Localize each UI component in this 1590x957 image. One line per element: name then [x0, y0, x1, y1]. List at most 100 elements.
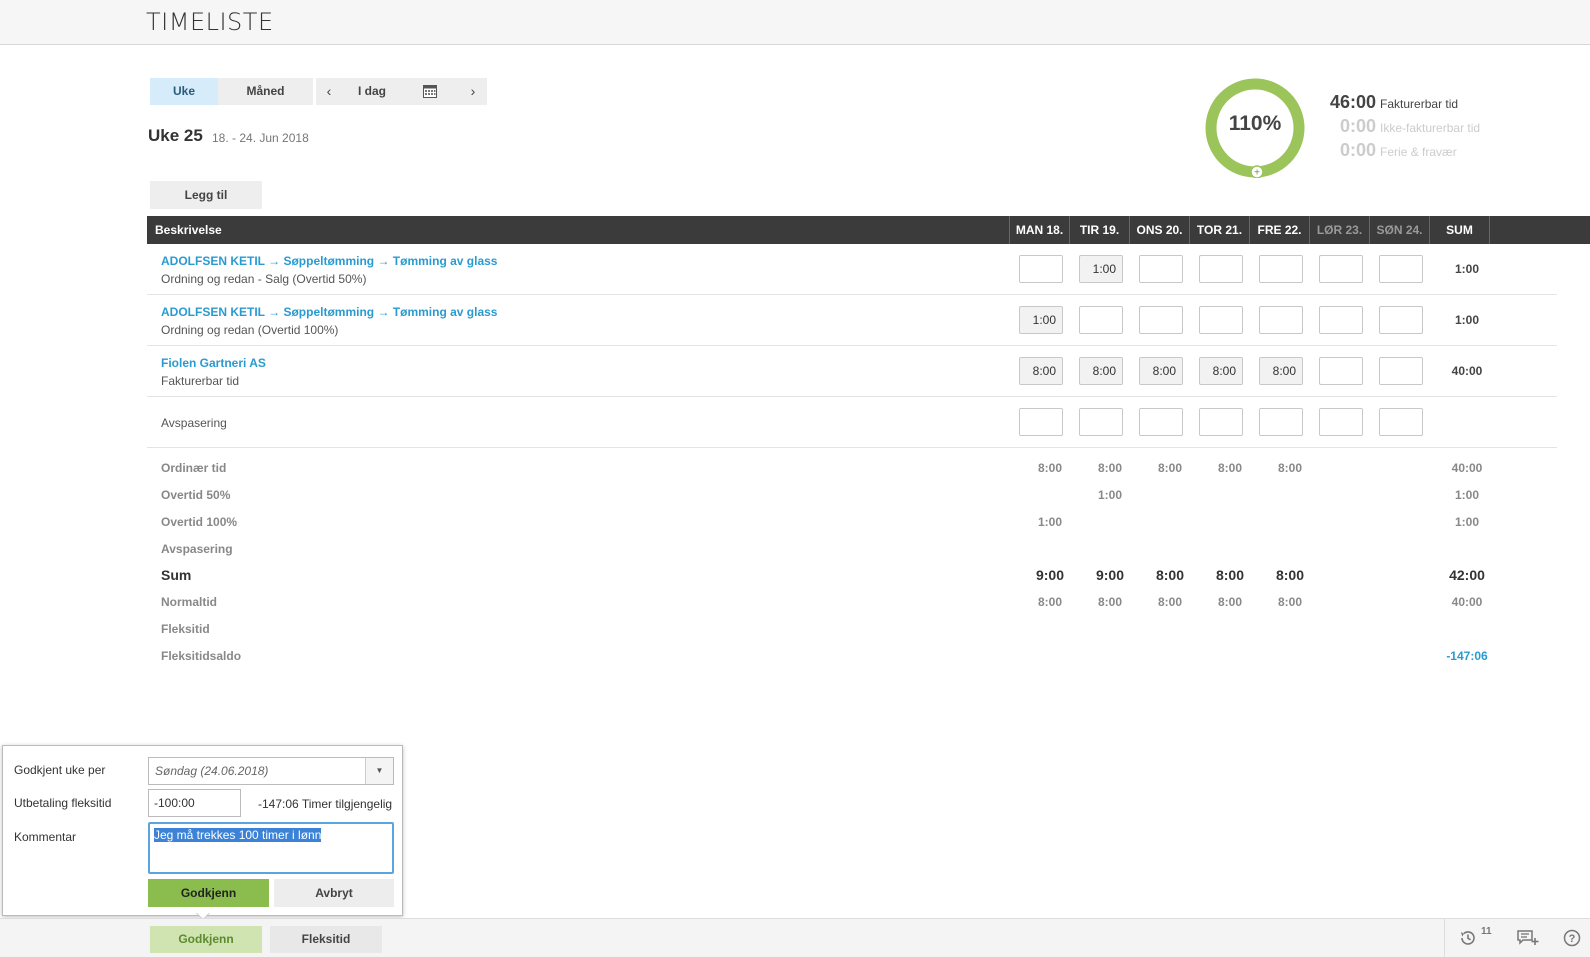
totals-value: 8:00 [1155, 567, 1185, 583]
totals-value: 8:00 [1215, 567, 1245, 583]
header-spacer [1489, 216, 1590, 244]
hours-input[interactable]: 1:00 [1019, 306, 1063, 334]
hours-input[interactable] [1019, 255, 1063, 283]
available-hours-label: Timer tilgjengelig [301, 797, 393, 811]
totals-value: 8:00 [1275, 567, 1305, 583]
approve-week-button[interactable]: Godkjenn [150, 926, 262, 953]
hours-input[interactable] [1379, 306, 1423, 334]
approved-week-select[interactable]: Søndag (24.06.2018) ▼ [148, 757, 394, 785]
day-header: SØN 24. [1369, 216, 1429, 244]
billable-label: Fakturerbar tid [1380, 97, 1459, 111]
hours-input[interactable] [1019, 408, 1063, 436]
hours-input[interactable]: 1:00 [1079, 255, 1123, 283]
add-button[interactable]: Legg til [150, 181, 262, 209]
totals-sum: 1:00 [1454, 515, 1480, 529]
hours-input[interactable] [1139, 306, 1183, 334]
totals-value: 9:00 [1035, 567, 1065, 583]
totals-value: 1:00 [1037, 515, 1063, 529]
help-icon[interactable]: ? [1563, 929, 1581, 947]
hours-input[interactable] [1199, 306, 1243, 334]
time-row: ADOLFSEN KETIL → Søppeltømming → Tømming… [147, 295, 1557, 346]
svg-text:+: + [1254, 168, 1260, 179]
history-icon[interactable] [1459, 929, 1477, 947]
flex-payout-input[interactable]: -100:00 [148, 789, 241, 817]
hours-input[interactable] [1379, 408, 1423, 436]
totals-label: Overtid 50% [161, 488, 231, 502]
hours-input[interactable] [1199, 255, 1243, 283]
comment-label: Kommentar [14, 830, 77, 844]
row-sum: 40:00 [1451, 364, 1483, 378]
totals-value: 8:00 [1217, 461, 1243, 475]
non-billable-stat: 0:00 Ikke-fakturerbar tid [1340, 116, 1480, 137]
top-bar: TIMELISTE [0, 0, 1590, 45]
hours-input[interactable] [1139, 408, 1183, 436]
non-billable-value: 0:00 [1340, 116, 1377, 136]
totals-value: 1:00 [1097, 488, 1123, 502]
comment-textarea[interactable]: Jeg må trekkes 100 timer i lønn [148, 822, 394, 874]
totals-label: Normaltid [161, 595, 218, 609]
totals-label: Sum [161, 567, 192, 583]
sum-header: SUM [1429, 216, 1489, 244]
prev-week-button[interactable]: ‹ [319, 78, 339, 105]
totals-value: 8:00 [1037, 461, 1063, 475]
day-header: MAN 18. [1009, 216, 1069, 244]
row-title-link[interactable]: ADOLFSEN KETIL → Søppeltømming → Tømming… [161, 305, 497, 319]
hours-input[interactable] [1379, 255, 1423, 283]
billable-value: 46:00 [1330, 92, 1377, 112]
approved-week-label: Godkjent uke per [14, 763, 106, 777]
flex-balance: -147:06 [1446, 649, 1488, 663]
hours-input[interactable] [1079, 408, 1123, 436]
hours-input[interactable] [1319, 357, 1363, 385]
hours-input[interactable] [1319, 255, 1363, 283]
week-toggle[interactable]: Uke [150, 78, 218, 105]
row-subtitle: Ordning og redan - Salg (Overtid 50%) [161, 272, 367, 286]
chevron-down-icon[interactable]: ▼ [365, 758, 393, 784]
hours-input[interactable] [1259, 306, 1303, 334]
calendar-icon[interactable] [423, 84, 437, 98]
vacation-value: 0:00 [1340, 140, 1377, 160]
totals-value: 8:00 [1277, 595, 1303, 609]
row-title-link[interactable]: ADOLFSEN KETIL → Søppeltømming → Tømming… [161, 254, 497, 268]
totals-sum: 40:00 [1451, 595, 1483, 609]
footer-bar: Godkjenn Fleksitid 11 ? [0, 918, 1590, 957]
totals-value: 8:00 [1157, 461, 1183, 475]
next-week-button[interactable]: › [463, 78, 483, 105]
totals-label: Fleksitid [161, 622, 210, 636]
flex-time-button[interactable]: Fleksitid [270, 926, 382, 953]
hours-input[interactable]: 8:00 [1019, 357, 1063, 385]
totals-value: 8:00 [1037, 595, 1063, 609]
billable-percent: 110% [1228, 112, 1282, 135]
hours-input[interactable]: 8:00 [1259, 357, 1303, 385]
non-billable-label: Ikke-fakturerbar tid [1380, 121, 1481, 135]
day-header: LØR 23. [1309, 216, 1369, 244]
month-toggle[interactable]: Måned [218, 78, 313, 105]
available-hours-value: -147:06 [258, 797, 299, 811]
today-button[interactable]: I dag [358, 78, 386, 105]
approve-confirm-button[interactable]: Godkjenn [148, 879, 269, 907]
date-navigator: ‹ I dag › [316, 78, 487, 105]
totals-value: 9:00 [1095, 567, 1125, 583]
hours-input[interactable] [1079, 306, 1123, 334]
hours-input[interactable]: 8:00 [1199, 357, 1243, 385]
hours-input[interactable] [1319, 306, 1363, 334]
totals-sum: 40:00 [1451, 461, 1483, 475]
hours-input[interactable] [1139, 255, 1183, 283]
totals-value: 8:00 [1097, 461, 1123, 475]
hours-input[interactable]: 8:00 [1079, 357, 1123, 385]
add-comment-icon[interactable] [1517, 929, 1539, 947]
row-subtitle: Fakturerbar tid [161, 374, 240, 388]
hours-input[interactable]: 8:00 [1139, 357, 1183, 385]
week-label: Uke 25 [148, 126, 203, 145]
vacation-stat: 0:00 Ferie & fravær [1340, 140, 1457, 161]
hours-input[interactable] [1259, 408, 1303, 436]
time-row: Avspasering [147, 397, 1557, 448]
row-title-link[interactable]: Fiolen Gartneri AS [161, 356, 266, 370]
day-header: TIR 19. [1069, 216, 1129, 244]
hours-input[interactable] [1199, 408, 1243, 436]
table-header: Beskrivelse MAN 18. TIR 19. ONS 20. TOR … [147, 216, 1590, 244]
approved-week-value: Søndag (24.06.2018) [155, 764, 269, 778]
cancel-button[interactable]: Avbryt [274, 879, 394, 907]
hours-input[interactable] [1319, 408, 1363, 436]
hours-input[interactable] [1379, 357, 1423, 385]
hours-input[interactable] [1259, 255, 1303, 283]
